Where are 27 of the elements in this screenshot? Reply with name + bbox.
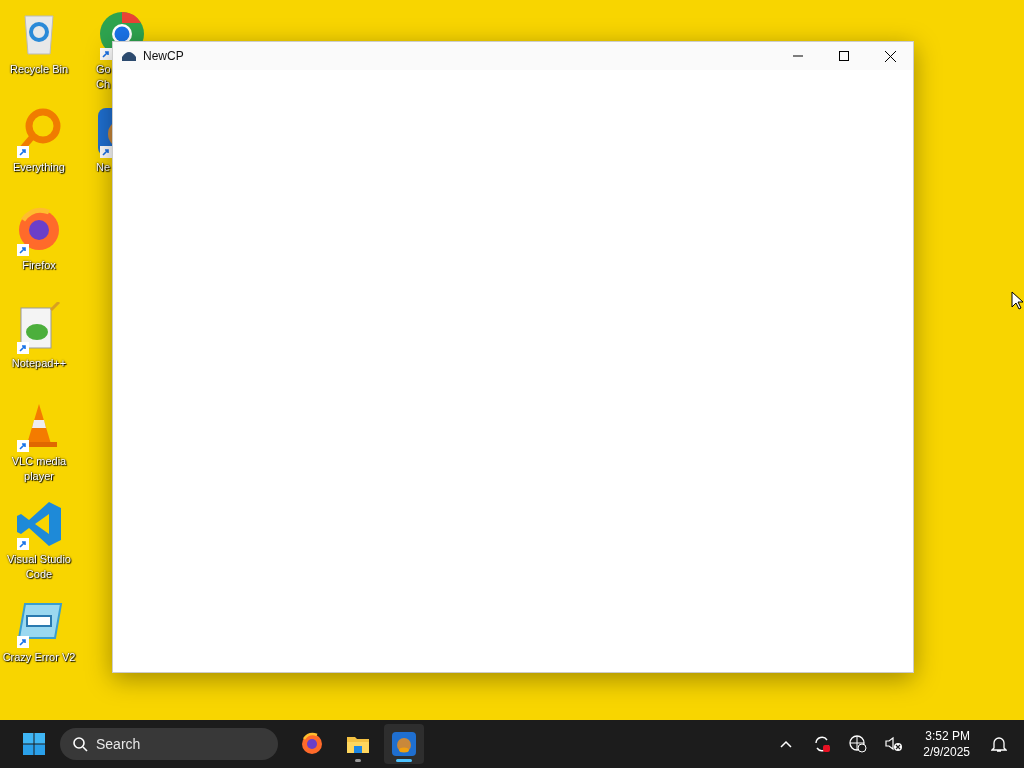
- mouse-cursor-icon: [1011, 291, 1023, 310]
- icon-label[interactable]: Go Ch: [96, 62, 112, 92]
- shortcut-arrow-icon: [17, 244, 29, 256]
- search-field[interactable]: Search: [60, 728, 278, 760]
- shortcut-arrow-icon: [17, 440, 29, 452]
- maximize-icon: [839, 51, 849, 61]
- clock[interactable]: 3:52 PM 2/9/2025: [923, 728, 970, 760]
- search-icon: [72, 736, 88, 752]
- shortcut-arrow-icon: [17, 342, 29, 354]
- clock-time: 3:52 PM: [925, 728, 970, 744]
- icon-label[interactable]: VLC media player: [0, 454, 78, 484]
- windows-logo-icon: [22, 732, 46, 756]
- shortcut-arrow-icon: [17, 146, 29, 158]
- shortcut-arrow-icon: [17, 538, 29, 550]
- icon-label[interactable]: Visual Studio Code: [0, 552, 78, 582]
- icon-label[interactable]: Ne: [96, 160, 112, 175]
- firefox-icon: [299, 731, 325, 757]
- window-title: NewCP: [143, 49, 185, 63]
- icon-label[interactable]: Firefox: [0, 258, 78, 273]
- icon-label[interactable]: Notepad++: [0, 356, 78, 371]
- icon-label[interactable]: Recycle Bin: [0, 62, 78, 77]
- icon-label[interactable]: Crazy Error V2: [0, 650, 78, 665]
- close-icon: [884, 50, 896, 62]
- taskbar-app-button[interactable]: [384, 724, 424, 764]
- shortcut-arrow-icon: [17, 636, 29, 648]
- clock-date: 2/9/2025: [923, 744, 970, 760]
- icon-label[interactable]: Everything: [0, 160, 78, 175]
